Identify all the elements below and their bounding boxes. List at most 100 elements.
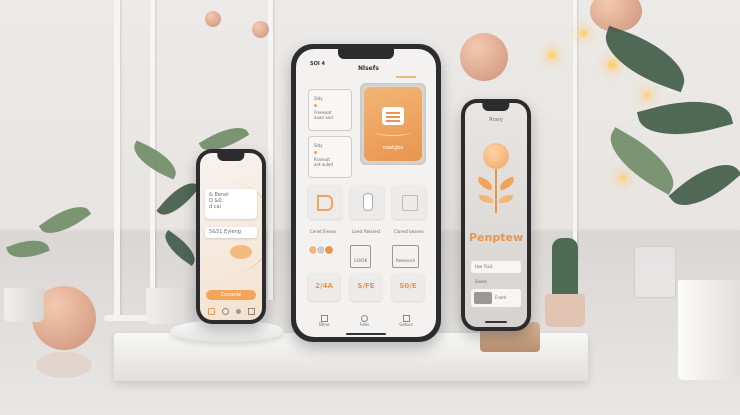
plant-leaf — [38, 197, 92, 243]
feature-tile-2[interactable] — [350, 185, 384, 219]
stat-value: S/FE — [357, 282, 375, 290]
avatar-group[interactable] — [308, 245, 334, 255]
thumbnail — [474, 292, 492, 304]
location-button[interactable]: 5&51 Eyleng — [205, 227, 257, 238]
bokeh-light — [620, 175, 626, 181]
center-phone-screen: SOI 4 Nlsefs Sldy Freeeaat auan and Sldy… — [296, 49, 436, 337]
bokeh-light — [548, 51, 556, 59]
shape-icon — [402, 195, 418, 211]
location-button-label: 5&51 Eyleng — [209, 229, 241, 235]
plant-leaf — [6, 233, 50, 265]
link-d-icon — [317, 195, 333, 211]
toggle-icon — [363, 193, 373, 211]
leaf-icon — [499, 195, 513, 203]
settings-icon — [402, 315, 410, 322]
nav-label: Bhne — [319, 322, 330, 327]
plant-pot — [678, 280, 740, 380]
profile-icon[interactable] — [235, 308, 241, 314]
media-label: Fnedr — [495, 295, 507, 300]
list-row-label: Sosen — [475, 279, 488, 284]
map-pin[interactable] — [230, 245, 252, 259]
top-label: Rrary — [489, 117, 503, 123]
feature-tile-3[interactable] — [392, 185, 426, 219]
feature-button: noatgbo — [382, 145, 404, 151]
floating-orb — [590, 0, 642, 32]
right-phone: Rrary Penptew tlxe Tsa3 Sosen Fnedr — [461, 99, 531, 331]
phone-notch — [338, 49, 394, 59]
menu-icon[interactable] — [247, 307, 255, 315]
status-dot — [314, 151, 317, 154]
media-card[interactable]: Fnedr — [471, 289, 521, 307]
background-pole — [114, 0, 120, 320]
orb-reflection — [36, 352, 92, 378]
page-title: Nlsefs — [358, 65, 379, 72]
floating-orb — [205, 11, 221, 27]
stat-tile[interactable]: 2/4A — [308, 273, 340, 301]
lantern — [634, 246, 676, 298]
leaf-icon — [497, 176, 517, 191]
floating-orb — [252, 21, 269, 38]
nav-bar — [204, 305, 258, 317]
bulb-icon — [483, 143, 509, 169]
home-icon[interactable] — [207, 307, 215, 315]
folder-icon — [360, 315, 368, 322]
left-phone: & Benel Q &0. d cai 5&51 Eyleng Cnnanle — [196, 149, 266, 324]
status-dot — [314, 104, 317, 107]
nav-item-home[interactable]: Bhne — [319, 315, 329, 333]
chip-label: Reeesceil — [396, 258, 415, 263]
center-phone: SOI 4 Nlsefs Sldy Freeeaat auan and Sldy… — [291, 44, 441, 342]
phone-notch — [482, 103, 510, 111]
feature-tile-1[interactable] — [308, 185, 342, 219]
card-line: auan and — [314, 115, 333, 120]
bottom-nav: Bhne Fdes Gelocs — [304, 315, 428, 333]
feature-card[interactable]: noatgbo — [364, 87, 422, 161]
phone-notch — [217, 153, 245, 161]
bottom-action-label: Cnnanle — [220, 292, 242, 298]
plant-leaf — [159, 229, 201, 267]
bokeh-light — [580, 30, 587, 37]
chip-label: LSVOK — [354, 258, 368, 263]
leaf-icon — [479, 195, 493, 203]
card-line: ant auled — [314, 162, 333, 167]
stat-value: 2/4A — [315, 282, 333, 290]
leaf-icon — [475, 176, 495, 191]
background-pole — [573, 0, 577, 260]
info-card-2[interactable]: Sldy Rraneat ant auled — [308, 136, 352, 178]
card-title: Sldy — [314, 96, 323, 101]
bokeh-light — [644, 92, 650, 98]
plant-stem — [495, 169, 497, 213]
stat-tile[interactable]: S0/E — [392, 273, 424, 301]
plant-leaf — [128, 140, 182, 180]
plant-leaf — [599, 127, 685, 195]
list-row[interactable]: tlxe Tsa3 — [471, 261, 521, 273]
nav-label: Fdes — [359, 322, 370, 327]
plant-pot — [4, 288, 44, 322]
background-pole — [268, 0, 273, 300]
home-icon — [320, 315, 328, 322]
plant-pot — [146, 288, 196, 324]
accent-line — [396, 76, 416, 78]
cactus-pot — [545, 294, 585, 327]
tile-label: Ciorest beaves — [394, 229, 424, 234]
nav-item-files[interactable]: Fdes — [360, 315, 369, 333]
plant-leaf — [668, 151, 740, 219]
right-phone-screen: Rrary Penptew tlxe Tsa3 Sosen Fnedr — [465, 103, 527, 327]
nav-label: Gelocs — [399, 322, 413, 327]
search-icon[interactable] — [221, 307, 229, 315]
home-indicator — [485, 321, 507, 323]
info-card: & Benel Q &0. d cai — [205, 189, 257, 219]
card-title: Sldy — [314, 143, 323, 148]
plant-leaf — [636, 88, 734, 148]
nav-item-settings[interactable]: Gelocs — [399, 315, 413, 333]
info-line: d cai — [209, 204, 221, 210]
bokeh-light — [608, 60, 617, 69]
bottom-action-button[interactable]: Cnnanle — [206, 290, 256, 300]
ripple-lines-icon — [374, 127, 412, 136]
chip[interactable]: Reeesceil — [392, 245, 419, 268]
list-row-label: tlxe Tsa3 — [475, 264, 493, 269]
floating-orb — [460, 33, 508, 81]
stat-tile[interactable]: S/FE — [350, 273, 382, 301]
list-row[interactable]: Sosen — [471, 277, 521, 287]
chip[interactable]: LSVOK — [350, 245, 372, 268]
info-card-1[interactable]: Sldy Freeeaat auan and — [308, 89, 352, 131]
